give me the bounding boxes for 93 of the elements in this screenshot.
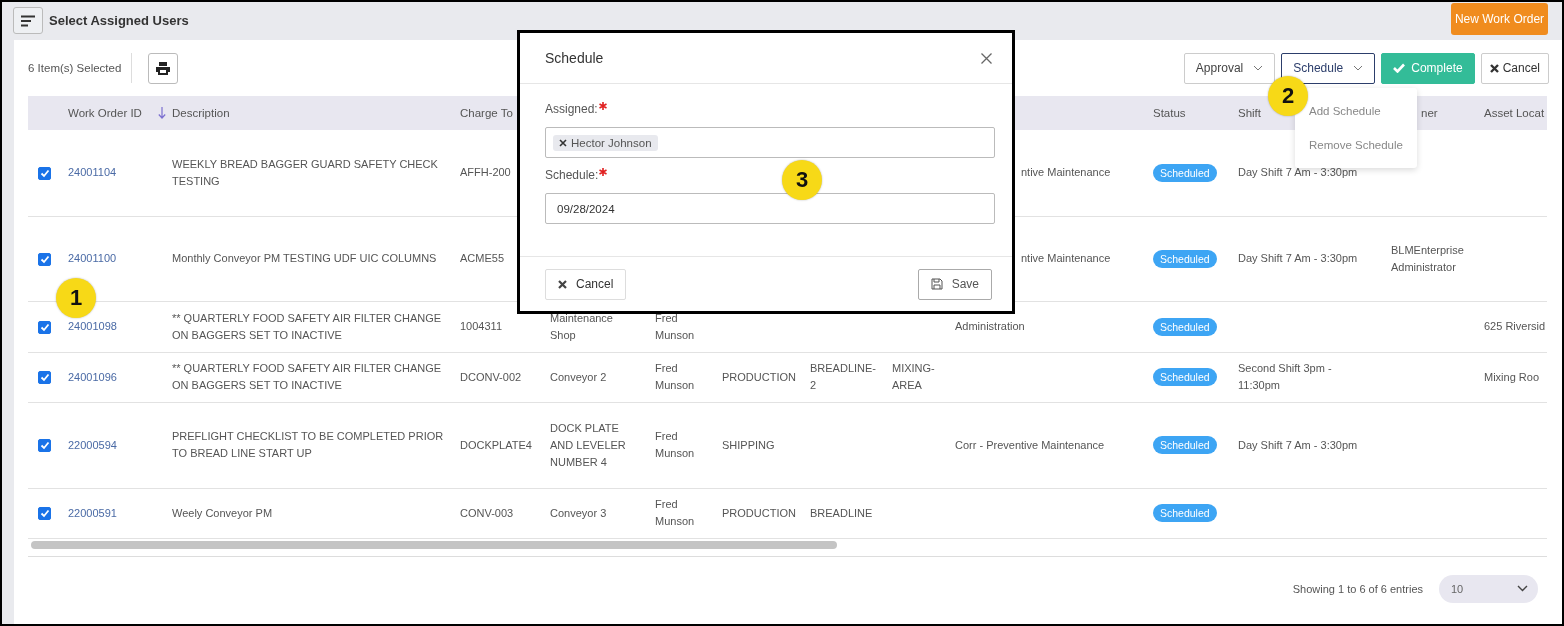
- table-cell: Second Shift 3pm - 11:30pm: [1238, 362, 1332, 391]
- table-cell: Day Shift 7 Am - 3:30pm: [1238, 252, 1358, 264]
- status-badge: Scheduled: [1153, 504, 1217, 522]
- close-icon[interactable]: [981, 52, 992, 64]
- column-header[interactable]: Description: [172, 107, 230, 119]
- status-badge: Scheduled: [1153, 436, 1217, 454]
- menu-button[interactable]: [13, 7, 43, 34]
- status-badge: Scheduled: [1153, 249, 1217, 268]
- cancel-button[interactable]: Cancel: [545, 268, 627, 300]
- table-cell: Fred Munson: [655, 362, 695, 391]
- chevron-down-icon: [1253, 65, 1264, 71]
- entries-info: Showing 1 to 6 of 6 entries: [1292, 582, 1423, 595]
- menu-item[interactable]: Add Schedule: [1309, 105, 1381, 117]
- table-cell: ntive Maintenance: [1021, 252, 1111, 264]
- table-cell: PRODUCTION: [722, 370, 796, 383]
- table-cell: Maintenance Shop: [550, 311, 613, 341]
- dropdown-button[interactable]: Approval: [1183, 52, 1276, 84]
- field-label: Schedule:: [545, 168, 599, 182]
- chevron-down-icon: [1353, 65, 1364, 71]
- check-icon: [1393, 63, 1406, 73]
- work-order-link[interactable]: 22000594: [68, 438, 117, 451]
- horizontal-scrollbar[interactable]: [28, 540, 1547, 557]
- checkbox[interactable]: [38, 166, 51, 180]
- work-order-link[interactable]: 24001096: [68, 370, 117, 383]
- selected-count: 6 Item(s) Selected: [28, 62, 122, 74]
- column-header[interactable]: Charge To: [460, 107, 513, 119]
- work-order-link[interactable]: 24001098: [68, 320, 117, 332]
- table-cell: Fred Munson: [655, 430, 695, 459]
- table-cell: Mixing Roo: [1484, 370, 1540, 383]
- table-cell: Fred Munson: [655, 498, 695, 527]
- user-tag[interactable]: Hector Johnson: [553, 134, 658, 151]
- chevron-down-icon: [1517, 585, 1528, 592]
- table-cell: AFFH-200: [460, 166, 511, 179]
- table-cell: DOCK PLATE AND LEVELER NUMBER 4: [550, 421, 626, 468]
- work-order-link[interactable]: 24001100: [68, 252, 117, 264]
- table-cell: ACME55: [460, 252, 505, 264]
- field-label: Assigned:: [545, 102, 598, 116]
- assigned-field[interactable]: Hector Johnson: [545, 127, 995, 158]
- page-size-select[interactable]: 10: [1439, 574, 1538, 603]
- table-cell: 1004311: [460, 320, 502, 332]
- printer-icon: [156, 61, 171, 75]
- dialog-title: Schedule: [545, 50, 604, 66]
- status-badge: Scheduled: [1153, 163, 1217, 182]
- work-order-link[interactable]: 22000591: [68, 506, 117, 519]
- status-badge: Scheduled: [1153, 317, 1217, 336]
- table-cell: 625 Riversid: [1484, 320, 1546, 332]
- table-cell: Day Shift 7 Am - 3:30pm: [1238, 166, 1358, 179]
- menu-item[interactable]: Remove Schedule: [1309, 139, 1403, 151]
- table-cell: Corr - Preventive Maintenance: [955, 438, 1105, 451]
- table-cell: PREFLIGHT CHECKLIST TO BE COMPLETED PRIOR TO BREAD LINE START UP: [172, 430, 444, 459]
- column-header[interactable]: Shift: [1238, 107, 1261, 119]
- table-cell: ** QUARTERLY FOOD SAFETY AIR FILTER CHANGE ON BAGGERS SET TO INACTIVE: [172, 311, 442, 341]
- table-cell: BLMEnterprise Administrator: [1391, 243, 1464, 273]
- checkbox[interactable]: [38, 439, 51, 453]
- close-icon[interactable]: [559, 138, 567, 147]
- table-cell: Administration: [955, 320, 1025, 332]
- checkbox[interactable]: [38, 371, 51, 385]
- table-cell: PRODUCTION: [722, 506, 796, 519]
- print-button[interactable]: [148, 52, 179, 84]
- table-cell: Fred Munson: [655, 311, 695, 341]
- save-button[interactable]: Save: [917, 268, 992, 300]
- table-cell: CONV-003: [460, 506, 514, 519]
- column-header[interactable]: Work Order ID: [68, 107, 142, 119]
- table-cell: BREADLINE-2: [810, 362, 877, 391]
- table-cell: SHIPPING: [722, 438, 775, 451]
- dropdown-button[interactable]: Schedule: [1281, 52, 1376, 84]
- menu-icon: [20, 14, 36, 27]
- table-cell: DOCKPLATE4: [460, 438, 532, 451]
- page-title: Select Assigned Users: [49, 13, 189, 28]
- column-header[interactable]: ner: [1421, 107, 1438, 119]
- table-cell: Day Shift 7 Am - 3:30pm: [1238, 438, 1358, 451]
- close-icon: [558, 279, 567, 289]
- close-icon: [1489, 63, 1499, 73]
- checkbox[interactable]: [38, 507, 51, 521]
- table-cell: WEEKLY BREAD BAGGER GUARD SAFETY CHECK TESTING: [172, 157, 438, 187]
- checkbox[interactable]: [38, 320, 51, 334]
- table-cell: Conveyor 2: [550, 370, 607, 383]
- checkbox[interactable]: [38, 252, 51, 266]
- table-cell: DCONV-002: [460, 370, 522, 383]
- work-order-link[interactable]: 24001104: [68, 166, 117, 179]
- table-cell: BREADLINE: [810, 506, 873, 519]
- column-header[interactable]: Status: [1153, 107, 1186, 119]
- table-cell: ntive Maintenance: [1021, 166, 1111, 179]
- table-cell: ** QUARTERLY FOOD SAFETY AIR FILTER CHANGE ON BAGGERS SET TO INACTIVE: [172, 362, 442, 391]
- status-badge: Scheduled: [1153, 368, 1217, 386]
- column-header[interactable]: Asset Locat: [1484, 107, 1545, 119]
- date-field[interactable]: 09/28/2024: [545, 193, 995, 224]
- table-cell: Conveyor 3: [550, 506, 607, 519]
- table-cell: Weely Conveyor PM: [172, 506, 273, 519]
- table-cell: MIXING-AREA: [892, 362, 935, 391]
- sort-down-icon[interactable]: [158, 107, 166, 119]
- table-cell: Monthly Conveyor PM TESTING UDF UIC COLUMNS: [172, 252, 437, 264]
- cancel-button[interactable]: Cancel: [1480, 52, 1549, 84]
